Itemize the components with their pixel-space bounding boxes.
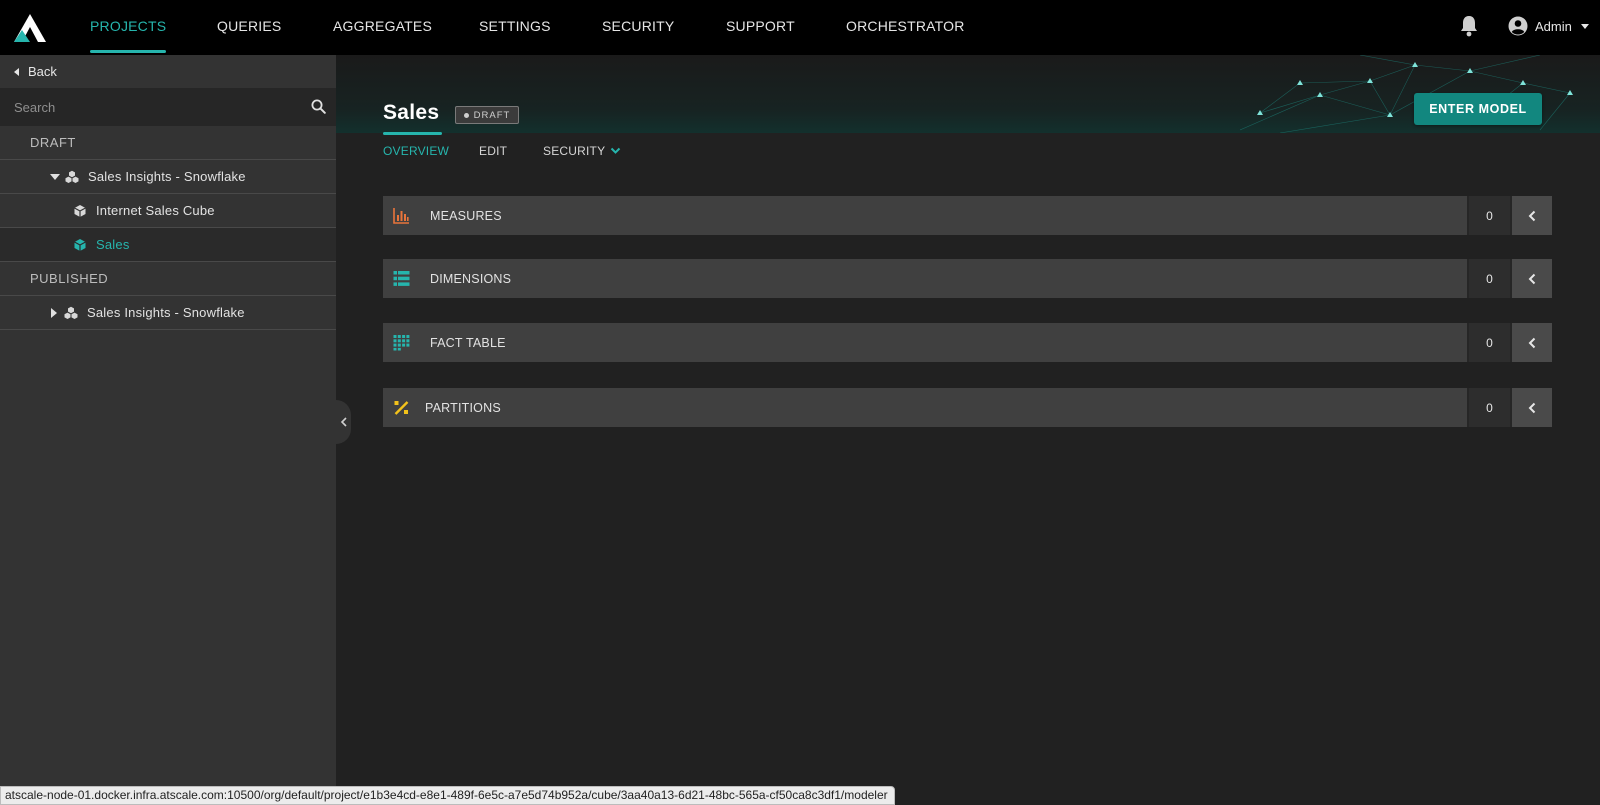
chevron-left-icon (1528, 273, 1536, 284)
title-underline (383, 132, 442, 135)
count-badge: 0 (1467, 196, 1512, 235)
page-header (336, 55, 1600, 133)
tab-overview[interactable]: OVERVIEW (383, 144, 449, 158)
panel-fact-table[interactable]: FACT TABLE 0 (383, 323, 1552, 362)
count-badge: 0 (1467, 323, 1512, 362)
panel-partitions[interactable]: PARTITIONS 0 (383, 388, 1552, 427)
list-icon (393, 271, 410, 286)
back-button[interactable]: Back (0, 55, 336, 88)
caret-right-icon[interactable] (51, 307, 57, 318)
active-nav-indicator (90, 50, 167, 53)
chevron-left-icon (1528, 337, 1536, 348)
expand-panel-button[interactable] (1512, 388, 1552, 427)
bar-chart-icon (393, 208, 409, 224)
enter-model-button[interactable]: ENTER MODEL (1414, 93, 1542, 125)
status-badge: DRAFT (455, 106, 519, 124)
tree-item-draft-project[interactable]: Sales Insights - Snowflake (0, 160, 336, 194)
search-input[interactable] (0, 88, 300, 126)
tree-item-internet-sales-cube[interactable]: Internet Sales Cube (0, 194, 336, 228)
caret-left-icon (14, 67, 19, 76)
top-nav-bar: PROJECTS QUERIES AGGREGATES SETTINGS SEC… (0, 0, 1600, 55)
tree-item-label: Internet Sales Cube (96, 203, 215, 218)
status-badge-label: DRAFT (473, 109, 511, 121)
search-icon[interactable] (311, 99, 326, 114)
count-badge: 0 (1467, 259, 1512, 298)
grid-icon (393, 335, 410, 351)
back-label: Back (28, 64, 57, 79)
dot-icon (463, 112, 469, 118)
tab-edit[interactable]: EDIT (479, 144, 507, 158)
status-bar-url: atscale-node-01.docker.infra.atscale.com… (0, 786, 895, 805)
chevron-down-icon (1580, 23, 1589, 29)
tree-item-label: Sales Insights - Snowflake (88, 169, 246, 184)
caret-down-icon[interactable] (50, 173, 60, 180)
expand-panel-button[interactable] (1512, 323, 1552, 362)
cubes-icon (64, 306, 78, 319)
panel-label: MEASURES (430, 208, 502, 223)
cubes-icon (65, 170, 79, 183)
tree-item-sales[interactable]: Sales (0, 228, 336, 262)
expand-panel-button[interactable] (1512, 259, 1552, 298)
tab-security[interactable]: SECURITY (543, 144, 621, 158)
sidebar: Back DRAFT Sales Insights - Snowflake In… (0, 55, 336, 805)
nav-aggregates[interactable]: AGGREGATES (333, 0, 432, 55)
section-header-draft: DRAFT (0, 126, 336, 160)
tree-item-label: Sales Insights - Snowflake (87, 305, 245, 320)
nav-queries[interactable]: QUERIES (217, 0, 281, 55)
collapse-sidebar-button[interactable] (336, 400, 351, 444)
count-badge: 0 (1467, 388, 1512, 427)
nav-projects[interactable]: PROJECTS (90, 0, 167, 55)
bell-icon[interactable] (1458, 14, 1480, 38)
chevron-left-icon (1528, 402, 1536, 413)
section-header-published: PUBLISHED (0, 262, 336, 296)
page-title: Sales (383, 101, 440, 124)
user-name: Admin (1535, 18, 1572, 34)
user-circle-icon (1508, 16, 1528, 36)
tab-security-label: SECURITY (543, 144, 606, 158)
cube-icon (74, 238, 86, 251)
nav-security[interactable]: SECURITY (602, 0, 674, 55)
atscale-logo[interactable] (12, 12, 48, 44)
chevron-left-icon (1528, 210, 1536, 221)
tree-item-published-project[interactable]: Sales Insights - Snowflake (0, 296, 336, 330)
user-menu[interactable]: Admin (1508, 14, 1589, 38)
tree-item-label: Sales (96, 237, 130, 252)
percent-icon (394, 401, 409, 415)
panel-label: FACT TABLE (430, 335, 506, 350)
panel-measures[interactable]: MEASURES 0 (383, 196, 1552, 235)
chevron-down-icon (611, 147, 621, 154)
chevron-left-icon (340, 417, 347, 427)
search-bar (0, 88, 336, 126)
panel-label: PARTITIONS (425, 400, 501, 415)
panel-dimensions[interactable]: DIMENSIONS 0 (383, 259, 1552, 298)
expand-panel-button[interactable] (1512, 196, 1552, 235)
panel-label: DIMENSIONS (430, 271, 512, 286)
cube-icon (74, 204, 86, 217)
nav-orchestrator[interactable]: ORCHESTRATOR (846, 0, 965, 55)
nav-support[interactable]: SUPPORT (726, 0, 795, 55)
nav-settings[interactable]: SETTINGS (479, 0, 551, 55)
